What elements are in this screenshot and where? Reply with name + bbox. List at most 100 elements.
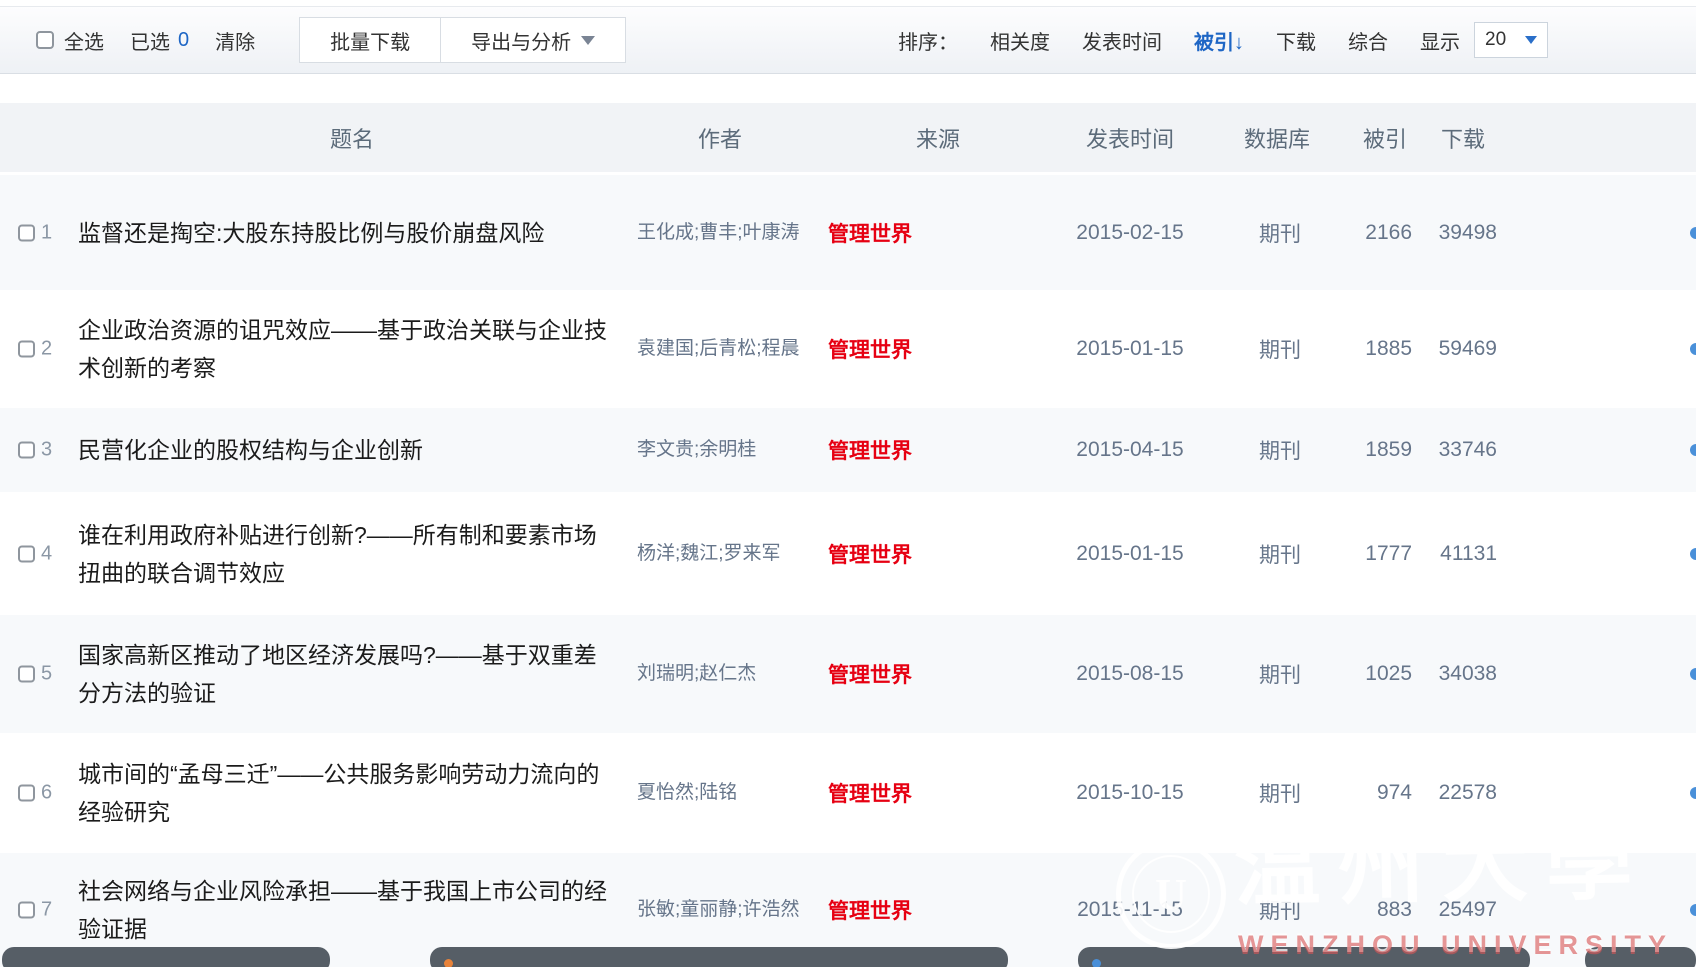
paper-cited-count[interactable]: 1885 — [1320, 337, 1412, 361]
sort-option-cited-label[interactable]: 被引 — [1194, 32, 1234, 54]
paper-download-count[interactable]: 25497 — [1405, 898, 1497, 922]
sort-controls: 排序： 相关度 发表时间 被引↓ 下载 综合 显示 20 — [898, 22, 1696, 58]
row-index: 6 — [41, 782, 52, 805]
chevron-down-icon — [581, 36, 595, 45]
selection-controls: 全选 已选 0 清除 — [0, 26, 255, 55]
paper-cited-count[interactable]: 883 — [1320, 898, 1412, 922]
paper-title-link[interactable]: 城市间的“孟母三迁”——公共服务影响劳动力流向的经验研究 — [78, 755, 613, 831]
paper-authors[interactable]: 杨洋;魏江;罗来军 — [637, 541, 822, 567]
paper-cited-count[interactable]: 1025 — [1320, 662, 1412, 686]
header-database: 数据库 — [1244, 103, 1310, 172]
select-caret-icon — [1525, 36, 1537, 44]
row-checkbox[interactable] — [18, 545, 35, 562]
paper-date: 2015-01-15 — [1060, 337, 1200, 361]
row-action-icon[interactable] — [1690, 668, 1696, 680]
table-header: 题名 作者 来源 发表时间 数据库 被引 下载 — [0, 103, 1696, 172]
paper-download-count[interactable]: 39498 — [1405, 221, 1497, 245]
paper-source-link[interactable]: 管理世界 — [828, 539, 968, 569]
row-checkbox[interactable] — [18, 785, 35, 802]
paper-download-count[interactable]: 22578 — [1405, 781, 1497, 805]
paper-title-link[interactable]: 民营化企业的股权结构与企业创新 — [78, 431, 613, 469]
row-checkbox[interactable] — [18, 341, 35, 358]
paper-date: 2015-08-15 — [1060, 662, 1200, 686]
row-action-icon[interactable] — [1690, 444, 1696, 456]
row-action-icon[interactable] — [1690, 904, 1696, 916]
paper-title-link[interactable]: 国家高新区推动了地区经济发展吗?——基于双重差分方法的验证 — [78, 636, 613, 712]
row-select-group: 1 — [18, 221, 52, 244]
row-action-icon[interactable] — [1690, 787, 1696, 799]
sort-option-cited[interactable]: 被引↓ — [1194, 26, 1244, 55]
row-select-group: 4 — [18, 542, 52, 565]
sort-option-comprehensive[interactable]: 综合 — [1348, 26, 1388, 55]
header-date: 发表时间 — [1086, 103, 1174, 172]
search-results-page: 全选 已选 0 清除 批量下载 导出与分析 排序： 相关度 发表时间 被引↓ 下… — [0, 0, 1696, 967]
row-action-icon[interactable] — [1690, 343, 1696, 355]
clear-selection-button[interactable]: 清除 — [215, 26, 255, 55]
row-checkbox[interactable] — [18, 442, 35, 459]
bottom-pill[interactable] — [1078, 947, 1530, 967]
row-checkbox[interactable] — [18, 224, 35, 241]
paper-authors[interactable]: 袁建国;后青松;程晨 — [637, 336, 822, 362]
row-index: 5 — [41, 663, 52, 686]
paper-date: 2015-10-15 — [1060, 781, 1200, 805]
row-index: 2 — [41, 338, 52, 361]
paper-download-count[interactable]: 34038 — [1405, 662, 1497, 686]
select-all[interactable]: 全选 — [36, 26, 104, 55]
paper-source-link[interactable]: 管理世界 — [828, 334, 968, 364]
bottom-pill[interactable] — [2, 947, 330, 967]
select-all-label[interactable]: 全选 — [64, 26, 104, 55]
sort-option-relevance[interactable]: 相关度 — [990, 26, 1050, 55]
row-checkbox[interactable] — [18, 902, 35, 919]
paper-cited-count[interactable]: 2166 — [1320, 221, 1412, 245]
paper-download-count[interactable]: 33746 — [1405, 438, 1497, 462]
pill-dot-blue-icon — [1092, 959, 1101, 967]
table-row: 4 谁在利用政府补贴进行创新?——所有制和要素市场扭曲的联合调节效应 杨洋;魏江… — [0, 492, 1696, 615]
page-size-select[interactable]: 20 — [1474, 22, 1548, 58]
paper-cited-count[interactable]: 974 — [1320, 781, 1412, 805]
table-row: 2 企业政治资源的诅咒效应——基于政治关联与企业技术创新的考察 袁建国;后青松;… — [0, 290, 1696, 408]
row-index: 1 — [41, 221, 52, 244]
paper-cited-count[interactable]: 1859 — [1320, 438, 1412, 462]
paper-source-link[interactable]: 管理世界 — [828, 218, 968, 248]
sort-option-pubdate[interactable]: 发表时间 — [1082, 26, 1162, 55]
paper-authors[interactable]: 夏怡然;陆铭 — [637, 780, 822, 806]
paper-title-link[interactable]: 监督还是掏空:大股东持股比例与股价崩盘风险 — [78, 214, 613, 252]
paper-download-count[interactable]: 41131 — [1405, 542, 1497, 566]
paper-authors[interactable]: 张敏;童丽静;许浩然 — [637, 897, 822, 923]
results-toolbar: 全选 已选 0 清除 批量下载 导出与分析 排序： 相关度 发表时间 被引↓ 下… — [0, 6, 1696, 74]
table-row: 6 城市间的“孟母三迁”——公共服务影响劳动力流向的经验研究 夏怡然;陆铭 管理… — [0, 733, 1696, 853]
batch-download-button[interactable]: 批量下载 — [299, 17, 441, 63]
paper-download-count[interactable]: 59469 — [1405, 337, 1497, 361]
paper-date: 2015-04-15 — [1060, 438, 1200, 462]
paper-source-link[interactable]: 管理世界 — [828, 778, 968, 808]
export-analyze-button[interactable]: 导出与分析 — [441, 17, 626, 63]
paper-authors[interactable]: 王化成;曹丰;叶康涛 — [637, 220, 822, 246]
row-action-icon[interactable] — [1690, 548, 1696, 560]
paper-authors[interactable]: 刘瑞明;赵仁杰 — [637, 661, 822, 687]
sort-descending-icon: ↓ — [1234, 32, 1244, 54]
row-action-icon[interactable] — [1690, 227, 1696, 239]
bottom-pill[interactable] — [1585, 947, 1696, 967]
header-downloads: 下载 — [1441, 103, 1485, 172]
paper-title-link[interactable]: 社会网络与企业风险承担——基于我国上市公司的经验证据 — [78, 872, 613, 948]
row-select-group: 2 — [18, 338, 52, 361]
selected-label: 已选 — [130, 26, 170, 55]
paper-title-link[interactable]: 谁在利用政府补贴进行创新?——所有制和要素市场扭曲的联合调节效应 — [78, 516, 613, 592]
header-authors: 作者 — [698, 103, 742, 172]
paper-source-link[interactable]: 管理世界 — [828, 659, 968, 689]
paper-authors[interactable]: 李文贵;余明桂 — [637, 437, 822, 463]
row-select-group: 5 — [18, 663, 52, 686]
paper-cited-count[interactable]: 1777 — [1320, 542, 1412, 566]
row-checkbox[interactable] — [18, 666, 35, 683]
paper-source-link[interactable]: 管理世界 — [828, 895, 968, 925]
paper-date: 2015-02-15 — [1060, 221, 1200, 245]
paper-title-link[interactable]: 企业政治资源的诅咒效应——基于政治关联与企业技术创新的考察 — [78, 311, 613, 387]
select-all-checkbox[interactable] — [36, 31, 54, 49]
bottom-pill[interactable] — [430, 947, 1008, 967]
paper-source-link[interactable]: 管理世界 — [828, 435, 968, 465]
paper-date: 2015-01-15 — [1060, 542, 1200, 566]
selected-count: 0 — [178, 29, 189, 52]
table-row: 3 民营化企业的股权结构与企业创新 李文贵;余明桂 管理世界 2015-04-1… — [0, 408, 1696, 492]
paper-database: 期刊 — [1240, 218, 1320, 248]
sort-option-download[interactable]: 下载 — [1276, 26, 1316, 55]
